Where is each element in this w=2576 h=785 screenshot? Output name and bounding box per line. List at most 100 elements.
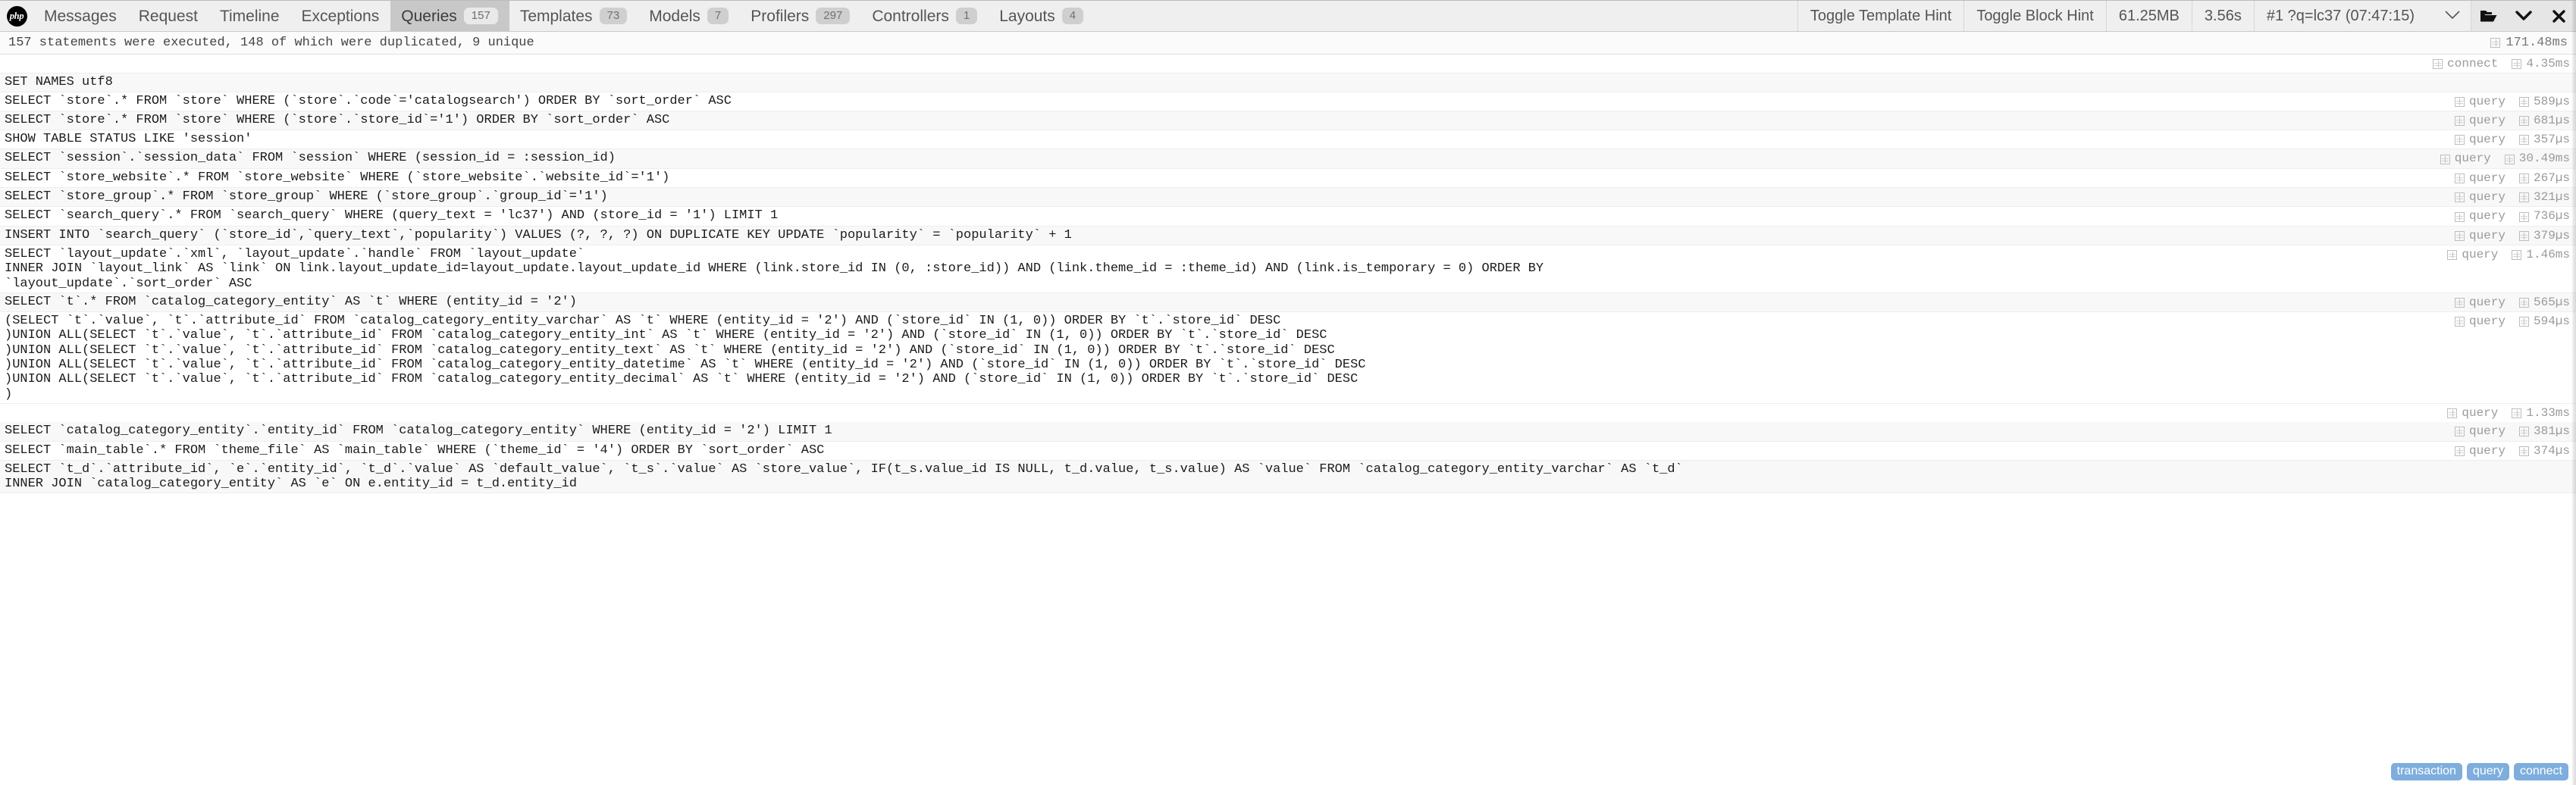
badge-connect[interactable]: connect: [2513, 762, 2568, 780]
tab-controllers[interactable]: Controllers 1: [861, 1, 989, 31]
statement-duration: 4.35ms: [2512, 57, 2570, 71]
tab-profilers[interactable]: Profilers 297: [740, 1, 861, 31]
statement-duration: 565µs: [2518, 296, 2570, 310]
statement-duration-value: 594µs: [2533, 314, 2570, 329]
query-row[interactable]: (SELECT `t`.`value`, `t`.`attribute_id` …: [0, 312, 2576, 404]
duration-icon: [2490, 38, 2501, 48]
query-row[interactable]: SELECT `search_query`.* FROM `search_que…: [0, 207, 2576, 227]
tab-templates[interactable]: Templates 73: [509, 1, 638, 31]
query-sql: SELECT `store`.* FROM `store` WHERE (`st…: [5, 93, 732, 108]
query-meta: query 1.33ms: [2447, 405, 2570, 421]
tab-badge: 1: [955, 8, 978, 24]
debugbar-header: php Messages Request Timeline Exceptions Que…: [0, 1, 2576, 32]
header-right-group: Toggle Template Hint Toggle Block Hint 6…: [1797, 1, 2576, 31]
queries-total-duration-value: 171.48ms: [2505, 36, 2568, 50]
statement-duration: 1.33ms: [2512, 406, 2570, 421]
query-row[interactable]: SELECT `store`.* FROM `store` WHERE (`st…: [0, 111, 2576, 131]
statement-type-label: query: [2468, 209, 2505, 224]
window-controls: [2471, 1, 2576, 31]
query-meta: query 594µs: [2454, 314, 2570, 329]
duration-icon: [2518, 192, 2529, 203]
dataset-label: #1 ?q=lc37 (07:47:15): [2266, 7, 2415, 24]
query-row[interactable]: SET NAMES utf8: [0, 73, 2576, 92]
statement-duration-value: 374µs: [2533, 443, 2570, 458]
queries-summary-text: 157 statements were executed, 148 of whi…: [8, 36, 534, 50]
queries-summary-bar: 157 statements were executed, 148 of whi…: [0, 32, 2576, 55]
duration-icon: [2518, 96, 2529, 107]
query-row-connect[interactable]: connect 4.35ms: [0, 55, 2576, 74]
statement-type: query: [2454, 444, 2505, 458]
tab-exceptions[interactable]: Exceptions: [291, 1, 391, 31]
chevron-down-icon: [2445, 8, 2460, 25]
tab-request[interactable]: Request: [128, 1, 209, 31]
tab-badge: 157: [463, 8, 498, 24]
memory-usage-indicator: 61.25MB: [2105, 1, 2192, 31]
statement-type: query: [2454, 133, 2505, 147]
statement-duration: 594µs: [2518, 314, 2570, 329]
toggle-block-hint-button[interactable]: Toggle Block Hint: [1963, 1, 2106, 31]
dataset-selector[interactable]: #1 ?q=lc37 (07:47:15): [2253, 1, 2471, 31]
tab-badge: 4: [1061, 8, 1084, 24]
query-row[interactable]: SELECT `store_website`.* FROM `store_web…: [0, 168, 2576, 189]
tab-layouts[interactable]: Layouts 4: [989, 1, 1095, 31]
tab-models[interactable]: Models 7: [638, 1, 740, 31]
query-sql: SELECT `layout_update`.`xml`, `layout_up…: [5, 246, 1544, 291]
query-row[interactable]: SHOW TABLE STATUS LIKE 'session' query 357…: [0, 130, 2576, 150]
statement-type-label: query: [2462, 405, 2499, 420]
query-meta: query 267µs: [2454, 170, 2570, 186]
query-meta: connect 4.35ms: [2433, 56, 2570, 71]
query-row[interactable]: SELECT `main_table`.* FROM `theme_file` …: [0, 441, 2576, 461]
query-meta: query 565µs: [2454, 295, 2570, 310]
query-sql: (SELECT `t`.`value`, `t`.`attribute_id` …: [5, 314, 1366, 402]
statement-type-icon: [2454, 427, 2465, 437]
statement-duration-value: 589µs: [2533, 94, 2570, 108]
duration-icon: [2518, 298, 2529, 308]
statement-type-label: query: [2468, 314, 2505, 329]
query-row[interactable]: SELECT `store`.* FROM `store` WHERE (`st…: [0, 92, 2576, 111]
query-meta: query 379µs: [2454, 228, 2570, 243]
statement-duration-value: 30.49ms: [2518, 152, 2570, 166]
statement-type: query: [2454, 229, 2505, 243]
query-meta: query 357µs: [2454, 132, 2570, 147]
statement-type-label: query: [2468, 133, 2505, 147]
query-meta: query 681µs: [2454, 113, 2570, 128]
statement-duration-value: 1.33ms: [2526, 405, 2570, 420]
statement-type: query: [2454, 209, 2505, 224]
query-row[interactable]: SELECT `layout_update`.`xml`, `layout_up…: [0, 245, 2576, 293]
query-row[interactable]: SELECT `catalog_category_entity`.`entity…: [0, 422, 2576, 442]
statement-type: query: [2454, 171, 2505, 186]
tab-messages[interactable]: Messages: [33, 1, 128, 31]
statement-duration-value: 4.35ms: [2526, 57, 2570, 70]
toggle-template-hint-button[interactable]: Toggle Template Hint: [1797, 1, 1963, 31]
open-folder-icon[interactable]: [2471, 1, 2506, 31]
badge-transaction[interactable]: transaction: [2390, 762, 2462, 780]
queries-list[interactable]: connect 4.35ms SET NAMES utf8 SELECT `store…: [0, 55, 2576, 785]
statement-duration: 736µs: [2518, 209, 2570, 224]
close-icon[interactable]: [2541, 1, 2576, 31]
statement-type-icon: [2454, 211, 2465, 222]
tab-queries[interactable]: Queries 157: [390, 1, 509, 31]
duration-icon: [2512, 408, 2522, 419]
php-logo-icon[interactable]: php: [0, 1, 33, 31]
query-row[interactable]: SELECT `store_group`.* FROM `store_group…: [0, 188, 2576, 208]
statement-type-icon: [2454, 192, 2465, 203]
query-row[interactable]: SELECT `t`.* FROM `catalog_category_enti…: [0, 292, 2576, 313]
statement-type-label: query: [2468, 94, 2505, 108]
query-row[interactable]: INSERT INTO `search_query` (`store_id`,`…: [0, 226, 2576, 246]
statement-type: connect: [2433, 57, 2498, 71]
statement-duration: 321µs: [2518, 190, 2570, 205]
minimize-chevron-icon[interactable]: [2506, 1, 2541, 31]
query-row[interactable]: SELECT `session`.`session_data` FROM `se…: [0, 149, 2576, 169]
statement-type: query: [2454, 114, 2505, 128]
badge-query[interactable]: query: [2466, 762, 2509, 780]
statement-type: query: [2454, 190, 2505, 205]
statement-type-icon: [2433, 59, 2443, 70]
query-row[interactable]: SELECT `t_d`.`attribute_id`, `e`.`entity…: [0, 460, 2576, 494]
statement-type-icon: [2454, 230, 2465, 241]
header-spacer: [1095, 1, 1797, 31]
tab-timeline[interactable]: Timeline: [209, 1, 291, 31]
statement-duration: 267µs: [2518, 171, 2570, 186]
duration-icon: [2512, 59, 2522, 70]
statement-type-label: query: [2468, 424, 2505, 439]
statement-duration-value: 1.46ms: [2526, 247, 2570, 261]
